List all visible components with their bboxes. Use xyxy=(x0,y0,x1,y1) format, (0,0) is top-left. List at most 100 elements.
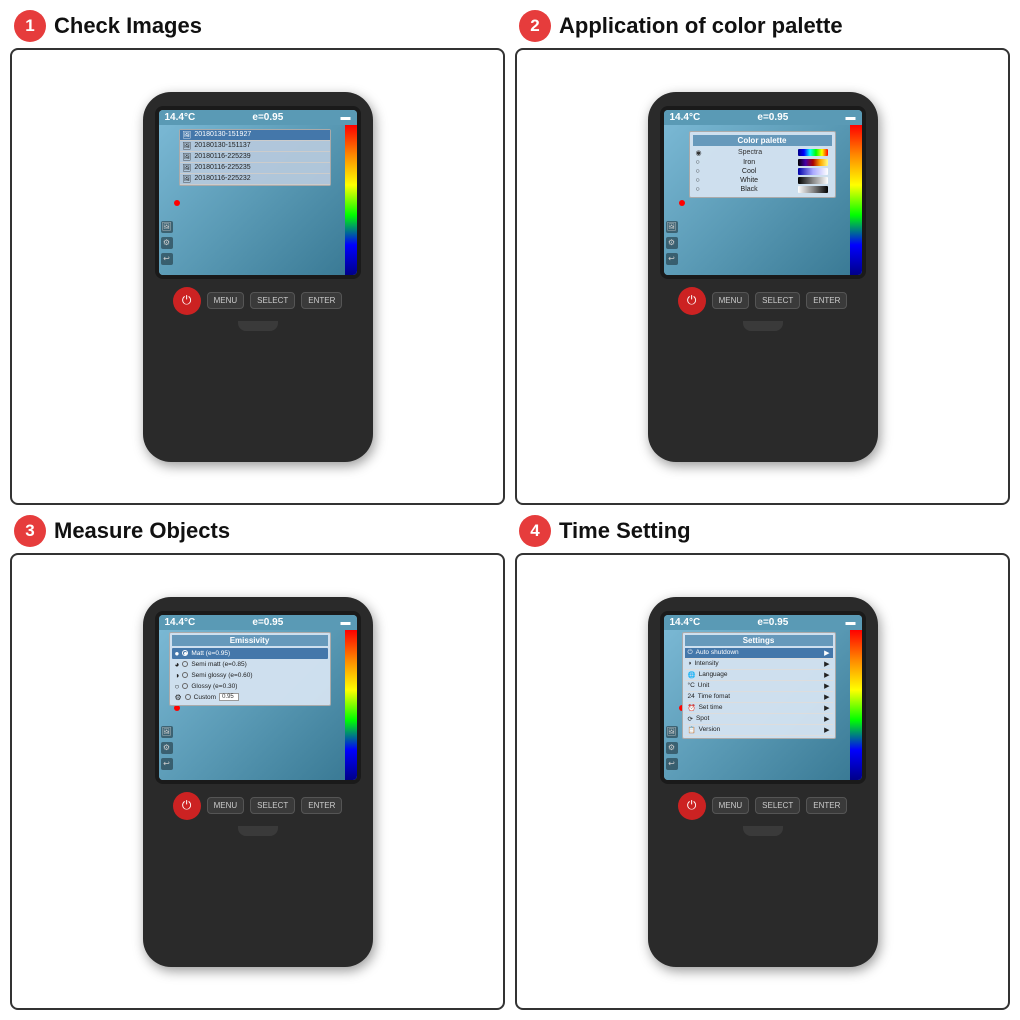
settings-item[interactable]: °CUnit▶ xyxy=(685,681,833,692)
settings-item-name: Language xyxy=(699,671,728,678)
file-name: 20180116-225239 xyxy=(194,153,250,160)
device-buttons-4: ⏻ MENU SELECT ENTER xyxy=(678,792,848,820)
screen-header-4: 14.4°C e=0.95 ▬ xyxy=(664,615,862,630)
emissivity-item[interactable]: ◑Semi glossy (e=0.60) xyxy=(172,670,328,681)
screen-icon: ↩ xyxy=(666,253,678,265)
settings-icon: 24 xyxy=(688,693,695,700)
temp-display: 14.4°C xyxy=(670,617,701,628)
device-bottom-bump xyxy=(743,321,783,331)
settings-item[interactable]: ⏻Auto shutdown▶ xyxy=(685,648,833,659)
palette-item[interactable]: ◉ Spectra xyxy=(693,148,832,158)
main-grid: 1Check Images14.4°Ce=0.95▬🖼20180130-1519… xyxy=(0,0,1020,1020)
btn-enter[interactable]: ENTER xyxy=(301,292,342,309)
radio-button: ○ xyxy=(696,186,700,193)
file-icon: 🖼 xyxy=(183,131,192,139)
palette-item[interactable]: ○ White xyxy=(693,176,832,185)
palette-item[interactable]: ○ Cool xyxy=(693,167,832,176)
file-name: 20180130-151137 xyxy=(194,142,250,149)
settings-menu: Settings ⏻Auto shutdown▶◑Intensity▶🌐Langu… xyxy=(682,632,836,739)
radio-button: ◉ xyxy=(696,149,702,157)
palette-item-name: Spectra xyxy=(738,149,762,156)
btn-menu[interactable]: MENU xyxy=(712,292,750,309)
power-button[interactable]: ⏻ xyxy=(173,792,201,820)
emissivity-item[interactable]: ●Matt (e=0.95) xyxy=(172,648,328,659)
settings-icon: 🌐 xyxy=(688,671,696,679)
file-item[interactable]: 🖼20180116-225239 xyxy=(180,152,330,163)
file-icon: 🖼 xyxy=(183,153,192,161)
step-title-text-3: Measure Objects xyxy=(54,518,230,544)
btn-menu[interactable]: MENU xyxy=(207,797,245,814)
btn-select[interactable]: SELECT xyxy=(250,797,295,814)
device-bottom-bump xyxy=(238,826,278,836)
settings-item[interactable]: ⏰Set time▶ xyxy=(685,703,833,714)
custom-value[interactable]: 0.95 xyxy=(219,693,239,701)
step-badge-3: 3 xyxy=(14,515,46,547)
color-scale xyxy=(345,125,357,275)
screen-icon: ↩ xyxy=(161,758,173,770)
btn-menu[interactable]: MENU xyxy=(207,292,245,309)
emissivity-display: e=0.95 xyxy=(252,617,283,628)
settings-item[interactable]: ⟳Spot▶ xyxy=(685,714,833,725)
btn-select[interactable]: SELECT xyxy=(250,292,295,309)
file-name: 20180130-151927 xyxy=(194,131,251,138)
settings-item-name: Set time xyxy=(699,704,723,711)
settings-icon: ⟳ xyxy=(688,715,693,723)
radio-dot xyxy=(182,650,188,656)
screen-header-2: 14.4°Ce=0.95▬ xyxy=(664,110,862,125)
cell-step-4: 4Time Setting14.4°Ce=0.95▬🖼⚙↩Settings⏻Au… xyxy=(515,515,1010,1010)
palette-swatch-white xyxy=(798,177,828,184)
file-item[interactable]: 🖼20180130-151927 xyxy=(180,130,330,141)
settings-icon: 📋 xyxy=(688,726,696,734)
device-3: 14.4°Ce=0.95▬🖼⚙↩Emissivity●Matt (e=0.95)… xyxy=(143,597,373,967)
power-button[interactable]: ⏻ xyxy=(173,287,201,315)
power-button[interactable]: ⏻ xyxy=(678,287,706,315)
temp-display: 14.4°C xyxy=(670,112,701,123)
screen-icon: ↩ xyxy=(666,758,678,770)
btn-select[interactable]: SELECT xyxy=(755,292,800,309)
device-buttons-2: ⏻ MENU SELECT ENTER xyxy=(678,287,848,315)
step-badge-1: 1 xyxy=(14,10,46,42)
settings-item[interactable]: 📋Version▶ xyxy=(685,725,833,736)
settings-item-name: Unit xyxy=(698,682,710,689)
palette-swatch-spectra xyxy=(798,149,828,156)
palette-swatch-cool xyxy=(798,168,828,175)
settings-icon: °C xyxy=(688,682,695,689)
emissivity-item[interactable]: ○Glossy (e=0.30) xyxy=(172,681,328,692)
btn-enter[interactable]: ENTER xyxy=(806,292,847,309)
btn-select[interactable]: SELECT xyxy=(755,797,800,814)
emissivity-item[interactable]: ⚙Custom0.95 xyxy=(172,692,328,703)
battery-icon: ▬ xyxy=(846,617,856,628)
settings-item[interactable]: 24Time fomat▶ xyxy=(685,692,833,703)
settings-item[interactable]: 🌐Language▶ xyxy=(685,670,833,681)
temp-display: 14.4°C xyxy=(165,617,196,628)
battery-icon: ▬ xyxy=(341,617,351,628)
palette-item-name: Cool xyxy=(742,168,756,175)
palette-item[interactable]: ○ Black xyxy=(693,185,832,194)
file-icon: 🖼 xyxy=(183,175,192,183)
step-title-text-2: Application of color palette xyxy=(559,13,843,39)
btn-enter[interactable]: ENTER xyxy=(806,797,847,814)
file-name: 20180116-225232 xyxy=(194,175,250,182)
device-box-3: 14.4°Ce=0.95▬🖼⚙↩Emissivity●Matt (e=0.95)… xyxy=(10,553,505,1010)
emissivity-display: e=0.95 xyxy=(757,617,788,628)
screen-icon: 🖼 xyxy=(666,221,678,233)
settings-item[interactable]: ◑Intensity▶ xyxy=(685,659,833,670)
screen-header-1: 14.4°Ce=0.95▬ xyxy=(159,110,357,125)
palette-item-name: Iron xyxy=(743,159,755,166)
palette-item[interactable]: ○ Iron xyxy=(693,158,832,167)
btn-enter[interactable]: ENTER xyxy=(301,797,342,814)
emissivity-item[interactable]: ◕Semi matt (e=0.85) xyxy=(172,659,328,670)
emissivity-item-name: Custom xyxy=(194,694,216,701)
color-scale xyxy=(850,630,862,780)
step-badge-4: 4 xyxy=(519,515,551,547)
radio-dot xyxy=(185,694,191,700)
screen-icon: ⚙ xyxy=(666,742,678,754)
btn-menu[interactable]: MENU xyxy=(712,797,750,814)
settings-title: Settings xyxy=(685,635,833,646)
power-button[interactable]: ⏻ xyxy=(678,792,706,820)
settings-item-name: Intensity xyxy=(694,660,718,667)
file-item[interactable]: 🖼20180116-225235 xyxy=(180,163,330,174)
file-item[interactable]: 🖼20180116-225232 xyxy=(180,174,330,185)
settings-item-name: Spot xyxy=(696,715,709,722)
file-item[interactable]: 🖼20180130-151137 xyxy=(180,141,330,152)
